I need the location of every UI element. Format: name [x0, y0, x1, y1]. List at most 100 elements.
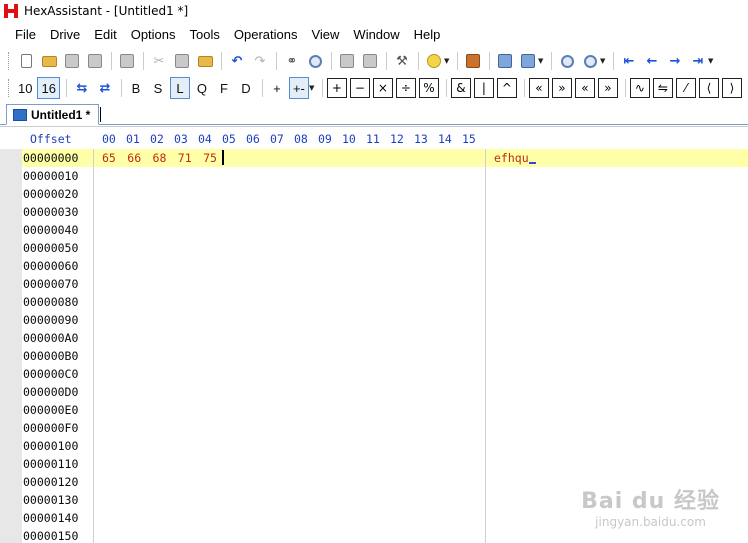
table-row[interactable]: 00000110 [22, 455, 748, 473]
size-quad-button[interactable]: Q [192, 77, 212, 99]
little-endian-button[interactable]: ⇆ [71, 77, 93, 99]
zoom-out-button[interactable] [579, 50, 601, 72]
table-row[interactable]: 00000000 65 66 68 71 75 efhqu [22, 149, 748, 167]
table-row[interactable]: 00000010 [22, 167, 748, 185]
print-button[interactable] [359, 50, 381, 72]
table-row[interactable]: 000000C0 [22, 365, 748, 383]
menu-help[interactable]: Help [407, 27, 448, 42]
op-xor-button[interactable]: ^ [496, 78, 517, 98]
chevron-down-icon[interactable]: ▼ [538, 57, 545, 65]
table-row[interactable]: 00000090 [22, 311, 748, 329]
table-row[interactable]: 000000B0 [22, 347, 748, 365]
bookmark-button[interactable] [517, 50, 539, 72]
table-row[interactable]: 00000040 [22, 221, 748, 239]
goto-prev-button[interactable]: ← [641, 50, 663, 72]
table-row[interactable]: 00000050 [22, 239, 748, 257]
undo-button[interactable]: ↶ [226, 50, 248, 72]
decimal-base-button[interactable]: 10 [15, 77, 35, 99]
menu-tools[interactable]: Tools [183, 27, 227, 42]
save-button[interactable] [61, 50, 83, 72]
signed-button[interactable]: +- [288, 77, 309, 99]
table-row[interactable]: 00000020 [22, 185, 748, 203]
op-subtract-button[interactable]: − [349, 78, 370, 98]
replace-button[interactable] [304, 50, 326, 72]
negate-button[interactable]: ⁄ [675, 78, 696, 98]
size-double-button[interactable]: D [236, 77, 256, 99]
op-add-button[interactable]: + [326, 78, 347, 98]
menu-window[interactable]: Window [346, 27, 406, 42]
print-setup-button[interactable] [336, 50, 358, 72]
big-endian-button[interactable]: ⇄ [94, 77, 116, 99]
op-modulo-button[interactable]: % [418, 78, 439, 98]
rotate-right-button[interactable]: » [597, 78, 618, 98]
rotate-left-button[interactable]: « [574, 78, 595, 98]
calculator-button[interactable] [494, 50, 516, 72]
table-row[interactable]: 00000100 [22, 437, 748, 455]
table-row[interactable]: 00000080 [22, 293, 748, 311]
menu-file[interactable]: File [8, 27, 43, 42]
rotate-right-icon: » [604, 81, 612, 95]
toolbar-grip[interactable] [8, 79, 11, 97]
chevron-down-icon[interactable]: ▼ [600, 57, 607, 65]
chevron-down-icon[interactable]: ▼ [444, 57, 451, 65]
table-row[interactable]: 000000F0 [22, 419, 748, 437]
size-float-button[interactable]: F [214, 77, 234, 99]
copy-button[interactable] [171, 50, 193, 72]
toolbox-button[interactable] [462, 50, 484, 72]
row-ascii[interactable]: efhqu [494, 151, 536, 165]
size-byte-button[interactable]: B [126, 77, 146, 99]
goto-end-button[interactable]: ⇥ [687, 50, 709, 72]
goto-next-button[interactable]: → [664, 50, 686, 72]
reverse-left-button[interactable]: ⟨ [698, 78, 719, 98]
op-and-button[interactable]: & [450, 78, 471, 98]
tab-untitled1[interactable]: Untitled1 * [6, 104, 100, 125]
column-label: 15 [462, 132, 476, 146]
row-offset: 00000050 [23, 241, 79, 255]
shift-left-button[interactable]: « [528, 78, 549, 98]
menu-drive[interactable]: Drive [43, 27, 87, 42]
redo-button[interactable]: ↷ [249, 50, 271, 72]
table-row[interactable]: 00000150 [22, 527, 748, 543]
table-row[interactable]: 00000030 [22, 203, 748, 221]
table-row[interactable]: 000000D0 [22, 383, 748, 401]
menu-options[interactable]: Options [124, 27, 183, 42]
menu-operations[interactable]: Operations [227, 27, 305, 42]
cut-button[interactable]: ✂ [148, 50, 170, 72]
chevron-down-icon[interactable]: ▼ [309, 84, 316, 92]
table-row[interactable]: 000000E0 [22, 401, 748, 419]
op-multiply-button[interactable]: × [372, 78, 393, 98]
op-or-button[interactable]: | [473, 78, 494, 98]
settings-button[interactable]: ⚒ [391, 50, 413, 72]
shift-right-button[interactable]: » [551, 78, 572, 98]
unsigned-button[interactable]: + [267, 77, 287, 99]
hex-base-button[interactable]: 16 [37, 77, 60, 99]
zoom-in-button[interactable] [556, 50, 578, 72]
op-divide-button[interactable]: ÷ [395, 78, 416, 98]
toolbar-grip[interactable] [8, 52, 11, 70]
size-long-button[interactable]: L [169, 77, 190, 99]
invert-button[interactable]: ∿ [629, 78, 650, 98]
table-row[interactable]: 00000070 [22, 275, 748, 293]
paste-button[interactable] [194, 50, 216, 72]
reverse-right-button[interactable]: ⟩ [721, 78, 742, 98]
menu-view[interactable]: View [304, 27, 346, 42]
table-row[interactable]: 00000060 [22, 257, 748, 275]
find-button[interactable]: ⚭ [281, 50, 303, 72]
row-offset: 000000E0 [23, 403, 79, 417]
hex-editor[interactable]: Offset 00 01 02 03 04 05 06 07 08 09 10 … [0, 126, 748, 543]
goto-start-button[interactable]: ⇤ [618, 50, 640, 72]
chevron-down-icon[interactable]: ▼ [708, 57, 715, 65]
double-chevron-right-icon: » [558, 81, 566, 95]
row-bytes[interactable]: 65 66 68 71 75 [102, 151, 217, 165]
copy-icon [175, 54, 189, 68]
size-short-button[interactable]: S [148, 77, 168, 99]
table-row[interactable]: 000000A0 [22, 329, 748, 347]
swap-button[interactable]: ⇋ [652, 78, 673, 98]
help-button[interactable] [423, 50, 445, 72]
print-preview-button[interactable] [116, 50, 138, 72]
open-file-button[interactable] [38, 50, 60, 72]
row-offset: 00000110 [23, 457, 79, 471]
new-file-button[interactable] [15, 50, 37, 72]
save-all-button[interactable] [84, 50, 106, 72]
menu-edit[interactable]: Edit [87, 27, 123, 42]
